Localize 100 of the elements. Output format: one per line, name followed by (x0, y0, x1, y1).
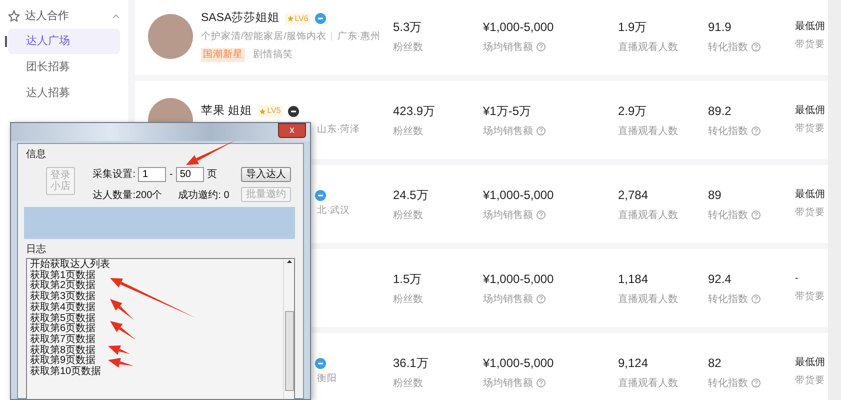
log-line: 获取第6页数据 (30, 324, 96, 334)
log-line: 获取第3页数据 (30, 292, 96, 302)
group-label: 日志 (26, 242, 46, 257)
stat-label: 带货要 (795, 374, 825, 388)
stat-value: ¥1,000-5,000 (483, 18, 555, 36)
stat-value: - (795, 272, 800, 286)
star-icon (259, 108, 266, 115)
help-icon (751, 210, 761, 220)
stat-value: 1.5万 (393, 270, 423, 288)
stat-value: 91.9 (708, 18, 732, 36)
help-icon (536, 210, 546, 220)
help-icon (536, 378, 546, 388)
help-icon (751, 126, 761, 136)
star-icon (8, 10, 20, 22)
avatar-placeholder (148, 14, 193, 58)
stat-label: 粉丝数 (393, 124, 423, 138)
stat-label: 转化指数 (708, 292, 748, 306)
stat-value: ¥1,000-5,000 (483, 354, 555, 372)
stat-label: 直播观看人数 (618, 376, 678, 390)
stat-value: 36.1万 (393, 354, 430, 372)
log-line: 获取第5页数据 (30, 314, 96, 324)
stat-label: 粉丝数 (393, 40, 423, 54)
stat-label: 直播观看人数 (618, 124, 678, 138)
stat-value: 423.9万 (393, 102, 436, 120)
log-line: 获取第10页数据 (30, 367, 102, 378)
stat-value: 1,184 (618, 270, 650, 288)
stat-value: ¥1万-5万 (483, 102, 532, 120)
scroll-up-icon (286, 259, 292, 264)
log-line: 获取第1页数据 (30, 270, 96, 281)
creator-location: 山东·菏泽 (317, 124, 360, 135)
stat-value: 1.9万 (618, 18, 648, 36)
help-icon (536, 294, 546, 304)
stat-label: 带货要 (795, 206, 825, 220)
log-line: 获取第8页数据 (30, 346, 96, 356)
creator-name[interactable]: 苹果 姐姐 (201, 102, 252, 120)
help-icon (751, 378, 761, 388)
stat-label: 粉丝数 (393, 208, 423, 222)
close-button[interactable]: x (278, 123, 306, 138)
group-label: 信息 (26, 148, 46, 162)
import-button[interactable]: 导入达人 (241, 167, 291, 182)
stat-label: 转化指数 (708, 40, 748, 54)
annotation-arrow (186, 140, 236, 165)
stat-label: 转化指数 (708, 376, 748, 390)
stat-label: 直播观看人数 (618, 292, 678, 306)
stat-label: 场均销售额 (483, 292, 533, 306)
page-to-field[interactable]: 50 (176, 167, 204, 182)
creator-tag: 剧情搞笑 (253, 48, 293, 62)
stat-label: 粉丝数 (393, 376, 423, 390)
stat-value: 2,784 (618, 186, 650, 204)
stat-label: 场均销售额 (483, 124, 533, 138)
stat-value: 5.3万 (393, 18, 423, 36)
stat-value: 92.4 (708, 270, 732, 288)
sidebar-item[interactable]: 达人广场 (8, 29, 120, 54)
level-tag: LV6 (284, 12, 310, 25)
stat-label: 带货要 (795, 290, 825, 304)
stat-value: 最低佣 (795, 356, 826, 370)
invited-text: 成功邀约: 0 (178, 188, 230, 203)
log-line: 获取第9页数据 (30, 356, 96, 366)
stat-label: 场均销售额 (483, 40, 533, 54)
page-from-field[interactable]: 1 (138, 167, 166, 182)
stat-label: 带货要 (795, 38, 825, 52)
stat-value: ¥1,000-5,000 (483, 270, 555, 288)
unit-label: 页 (206, 168, 217, 182)
stat-label: 场均销售额 (483, 208, 533, 222)
stat-label: 转化指数 (708, 208, 748, 222)
creator-name[interactable]: SASA莎莎姐姐 (201, 10, 280, 28)
dash-text: - (169, 168, 173, 182)
stat-value: 最低佣 (795, 188, 826, 202)
count-text: 达人数量:200个 (92, 188, 162, 203)
help-icon (751, 294, 761, 304)
stat-value: 2.9万 (618, 102, 648, 120)
level-tag: LV5 (257, 105, 283, 118)
annotation-arrow (108, 358, 134, 368)
help-icon (536, 42, 546, 52)
stat-value: 89.2 (708, 102, 732, 120)
sidebar-item[interactable]: 团长招募 (8, 55, 120, 80)
log-line: 获取第7页数据 (30, 334, 96, 345)
creator-location: 北·武汉 (317, 204, 350, 216)
stat-value: 89 (708, 186, 722, 204)
sidebar-section[interactable]: 达人合作 (8, 4, 120, 28)
help-icon (536, 126, 546, 136)
help-icon (751, 42, 761, 52)
scrollbar[interactable] (283, 259, 294, 399)
annotation-arrow (108, 345, 130, 355)
log-line: 开始获取达人列表 (30, 260, 110, 270)
log-line: 获取第4页数据 (30, 302, 96, 313)
stat-label: 带货要 (795, 122, 825, 136)
creator-categories: 个护家清/智能家居/服饰内衣 (201, 31, 326, 42)
stat-label: 场均销售额 (483, 376, 533, 390)
creator-tag: 国潮新星 (201, 48, 245, 62)
sidebar-item[interactable]: 达人招募 (8, 81, 120, 106)
stat-label: 直播观看人数 (618, 40, 678, 54)
annotation-arrow (110, 321, 136, 340)
stat-value: 82 (708, 354, 722, 372)
stat-label: 粉丝数 (393, 292, 423, 306)
stat-label: 直播观看人数 (618, 208, 678, 222)
scroll-thumb[interactable] (284, 311, 294, 391)
stat-value: 最低佣 (795, 104, 826, 118)
log-line: 获取第2页数据 (30, 281, 96, 292)
stat-value: ¥1,000-5,000 (483, 186, 555, 204)
